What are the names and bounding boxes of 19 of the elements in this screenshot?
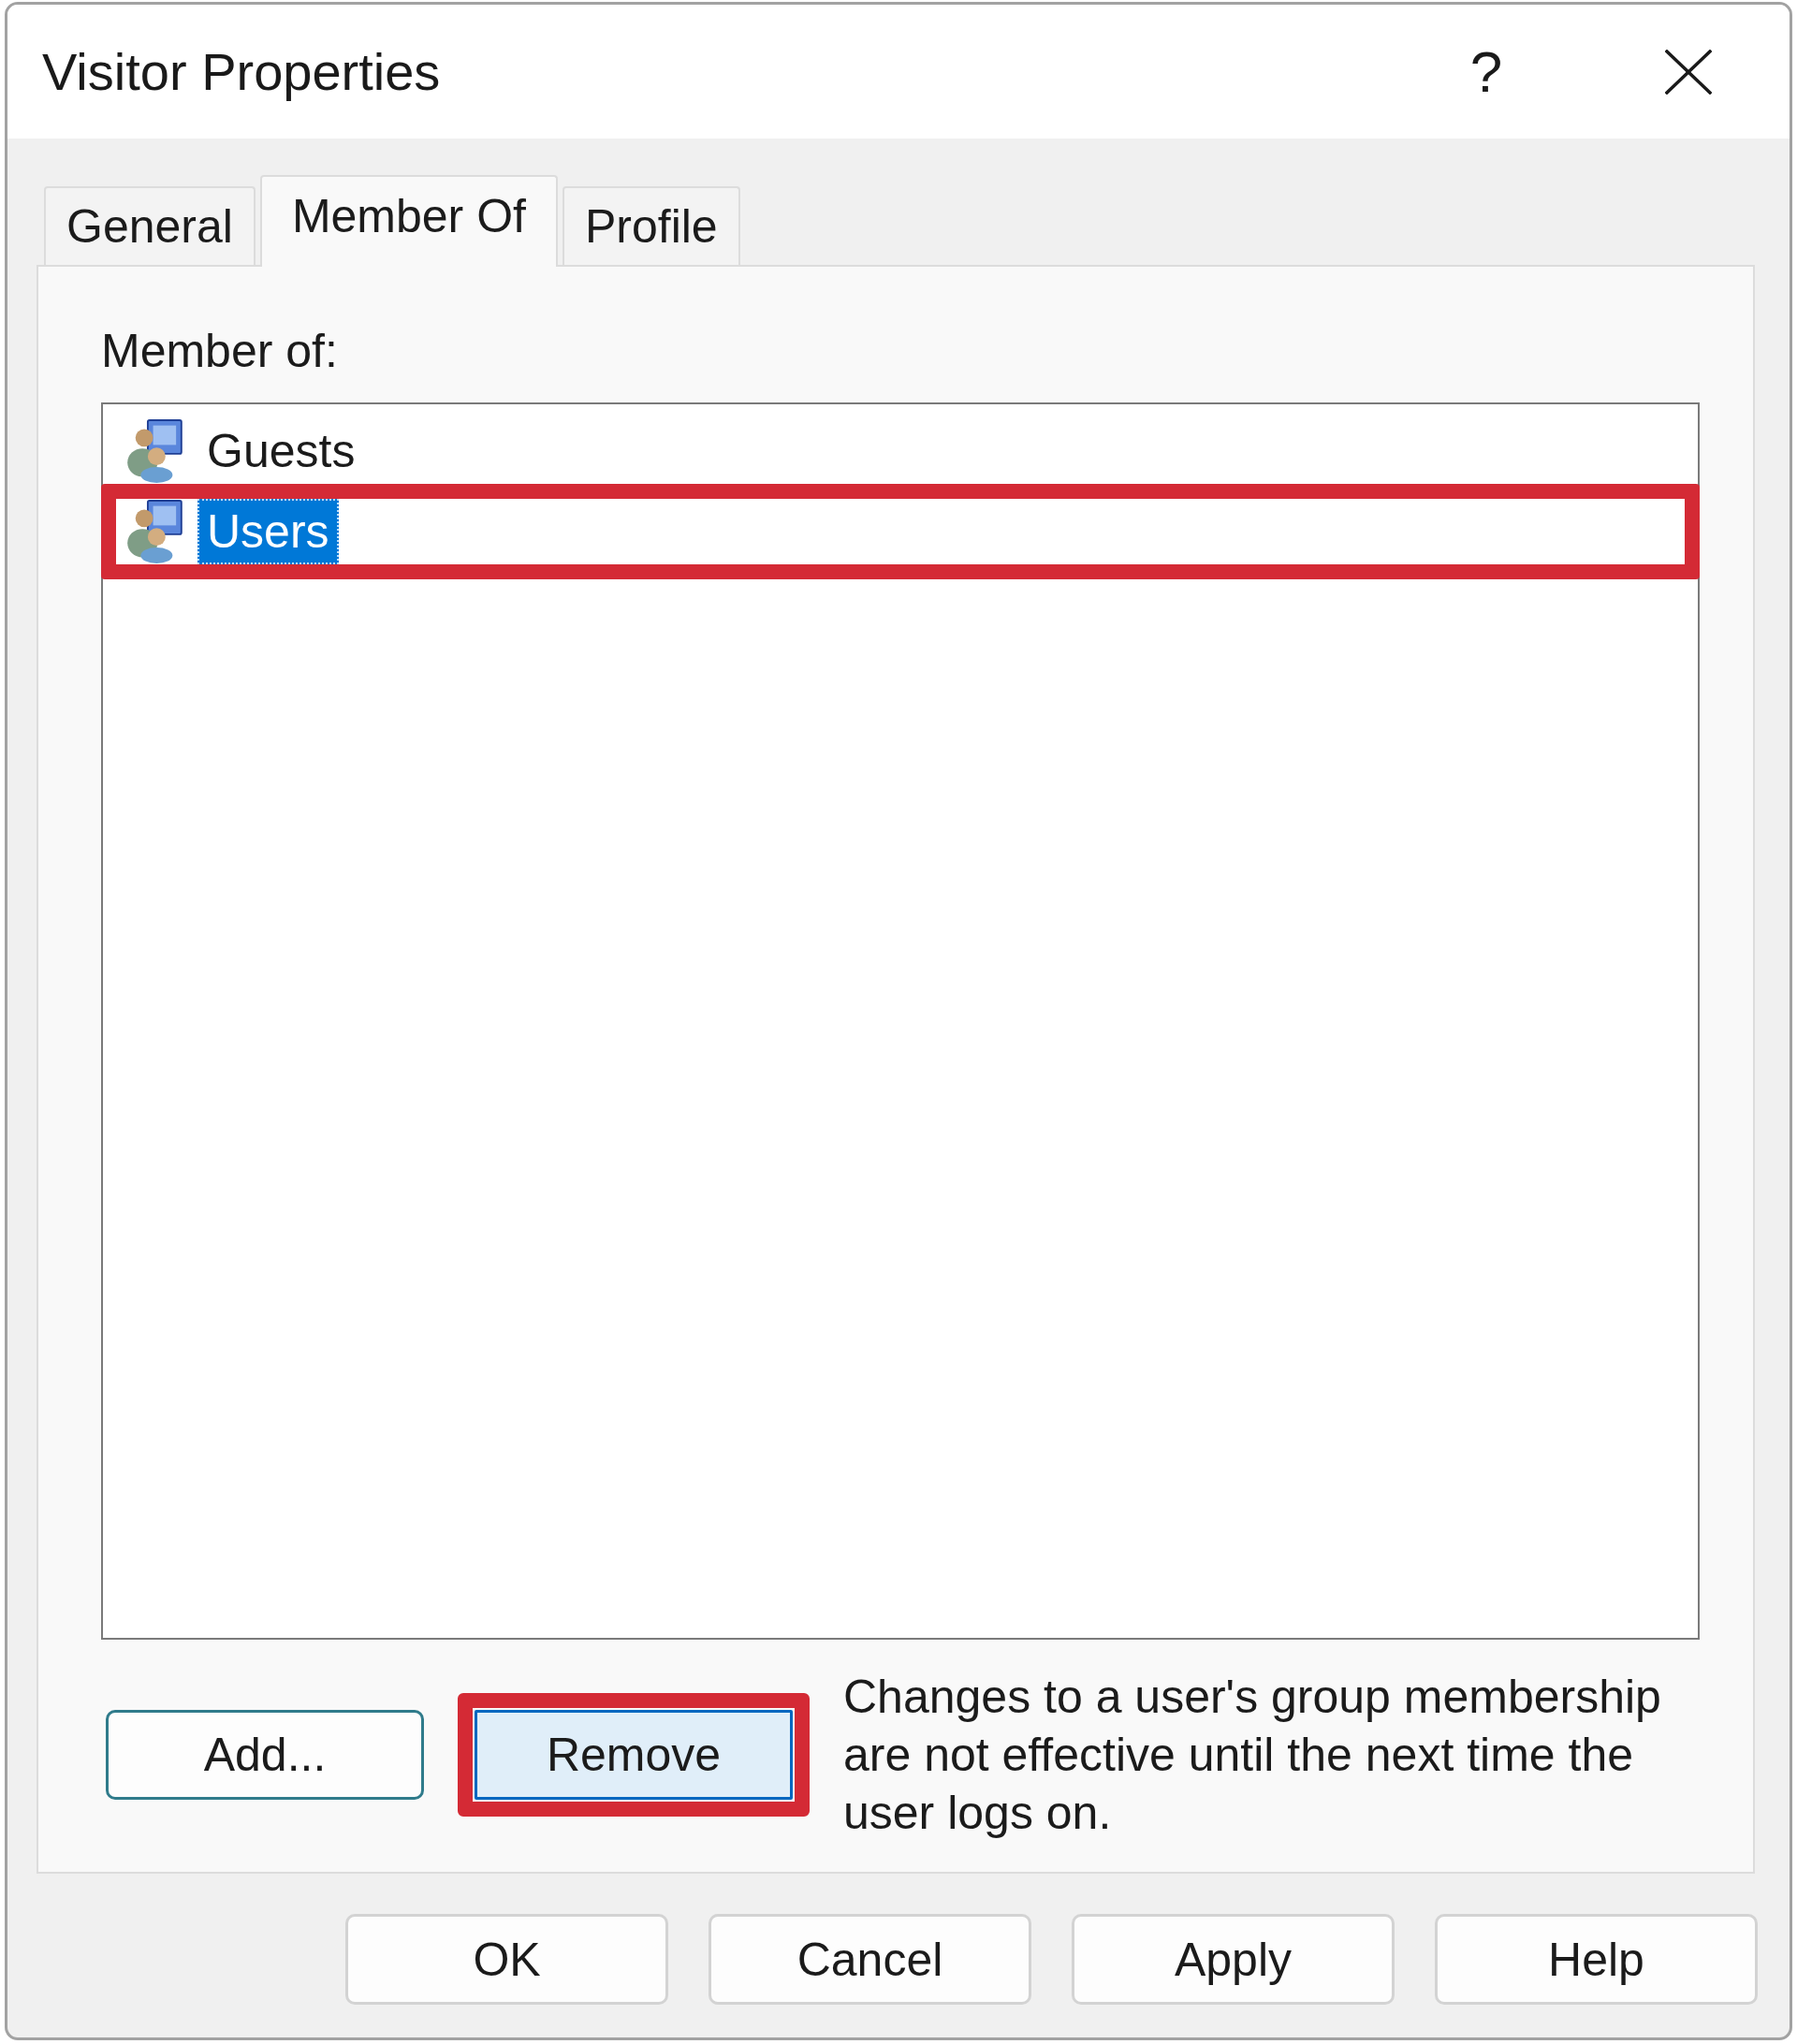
dialog-button[interactable]: OK	[345, 1914, 668, 2005]
close-icon	[1665, 49, 1712, 95]
dialog-button[interactable]: Apply	[1072, 1914, 1395, 2005]
list-item[interactable]: Users	[197, 499, 339, 564]
help-button[interactable]: ?	[1385, 5, 1587, 139]
people-icon	[126, 419, 183, 483]
info-text: Changes to a user's group membership are not effective until the next time the user logs on.	[843, 1670, 1662, 1841]
dialog-button[interactable]: Cancel	[709, 1914, 1031, 2005]
tab[interactable]: Member Of	[259, 175, 558, 267]
tab[interactable]: Profile	[562, 186, 740, 265]
list-item[interactable]: Guests	[197, 418, 365, 484]
action-button[interactable]: Add...	[106, 1710, 424, 1800]
window-title: Visitor Properties	[42, 41, 441, 102]
list-box[interactable]: Guests Users	[101, 402, 1700, 1640]
dialog-button[interactable]: Help	[1435, 1914, 1758, 2005]
tab[interactable]: General	[44, 186, 256, 265]
list-label: Member of:	[101, 324, 338, 378]
people-icon	[126, 500, 183, 563]
action-button[interactable]: Remove	[475, 1710, 793, 1800]
